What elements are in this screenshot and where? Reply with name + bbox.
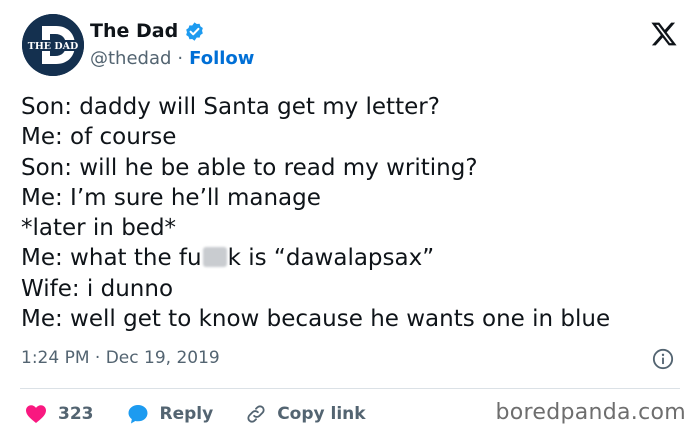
tweet-line-prefix: Me: what the fu [21,245,202,272]
tweet-card: THE DAD The Dad @thedad · Follow Son: da… [0,0,700,440]
tweet-timestamp[interactable]: 1:24 PM · Dec 19, 2019 [21,348,220,368]
copy-link-button[interactable]: Copy link [245,403,366,425]
avatar[interactable]: THE DAD [22,14,84,76]
watermark: boredpanda.com [495,400,686,425]
avatar-text: THE DAD [28,41,78,52]
verified-badge-icon [184,21,205,42]
action-bar: 323 Reply Copy link [24,401,398,427]
tweet-line: *later in bed* [21,215,177,242]
divider [20,388,680,389]
tweet-line: Son: will he be able to read my writing? [21,154,478,181]
author-display-name[interactable]: The Dad [90,20,178,42]
tweet-line: Wife: i dunno [21,275,174,302]
speech-bubble-icon [128,405,147,424]
reply-button[interactable]: Reply [126,402,214,426]
tweet-line: Me: of course [21,124,177,151]
tweet-line-censored: Me: what the fu k is “dawalapsax” [21,243,686,273]
author-handle-row: @thedad · Follow [90,48,254,69]
link-icon [247,405,265,423]
info-icon[interactable] [652,348,674,370]
tweet-line: Me: I’m sure he’ll manage [21,184,321,211]
avatar-logo: THE DAD [22,14,84,76]
like-button[interactable]: 323 [24,402,94,426]
tweet-line: Me: well get to know because he wants on… [21,306,611,333]
author-name-row: The Dad [90,20,205,42]
handle-separator: · [177,48,184,69]
copy-link-label: Copy link [277,404,366,424]
follow-button[interactable]: Follow [189,48,254,69]
tweet-line: Son: daddy will Santa get my letter? [21,94,440,120]
heart-icon [26,405,46,423]
like-count: 323 [58,404,94,424]
tweet-line-suffix: k is “dawalapsax” [227,245,435,272]
reply-label: Reply [159,404,214,424]
author-handle[interactable]: @thedad [90,48,171,69]
x-logo-icon[interactable] [650,20,678,48]
tweet-text: Son: daddy will Santa get my letter? Me:… [21,92,686,334]
censor-blur [202,247,227,268]
